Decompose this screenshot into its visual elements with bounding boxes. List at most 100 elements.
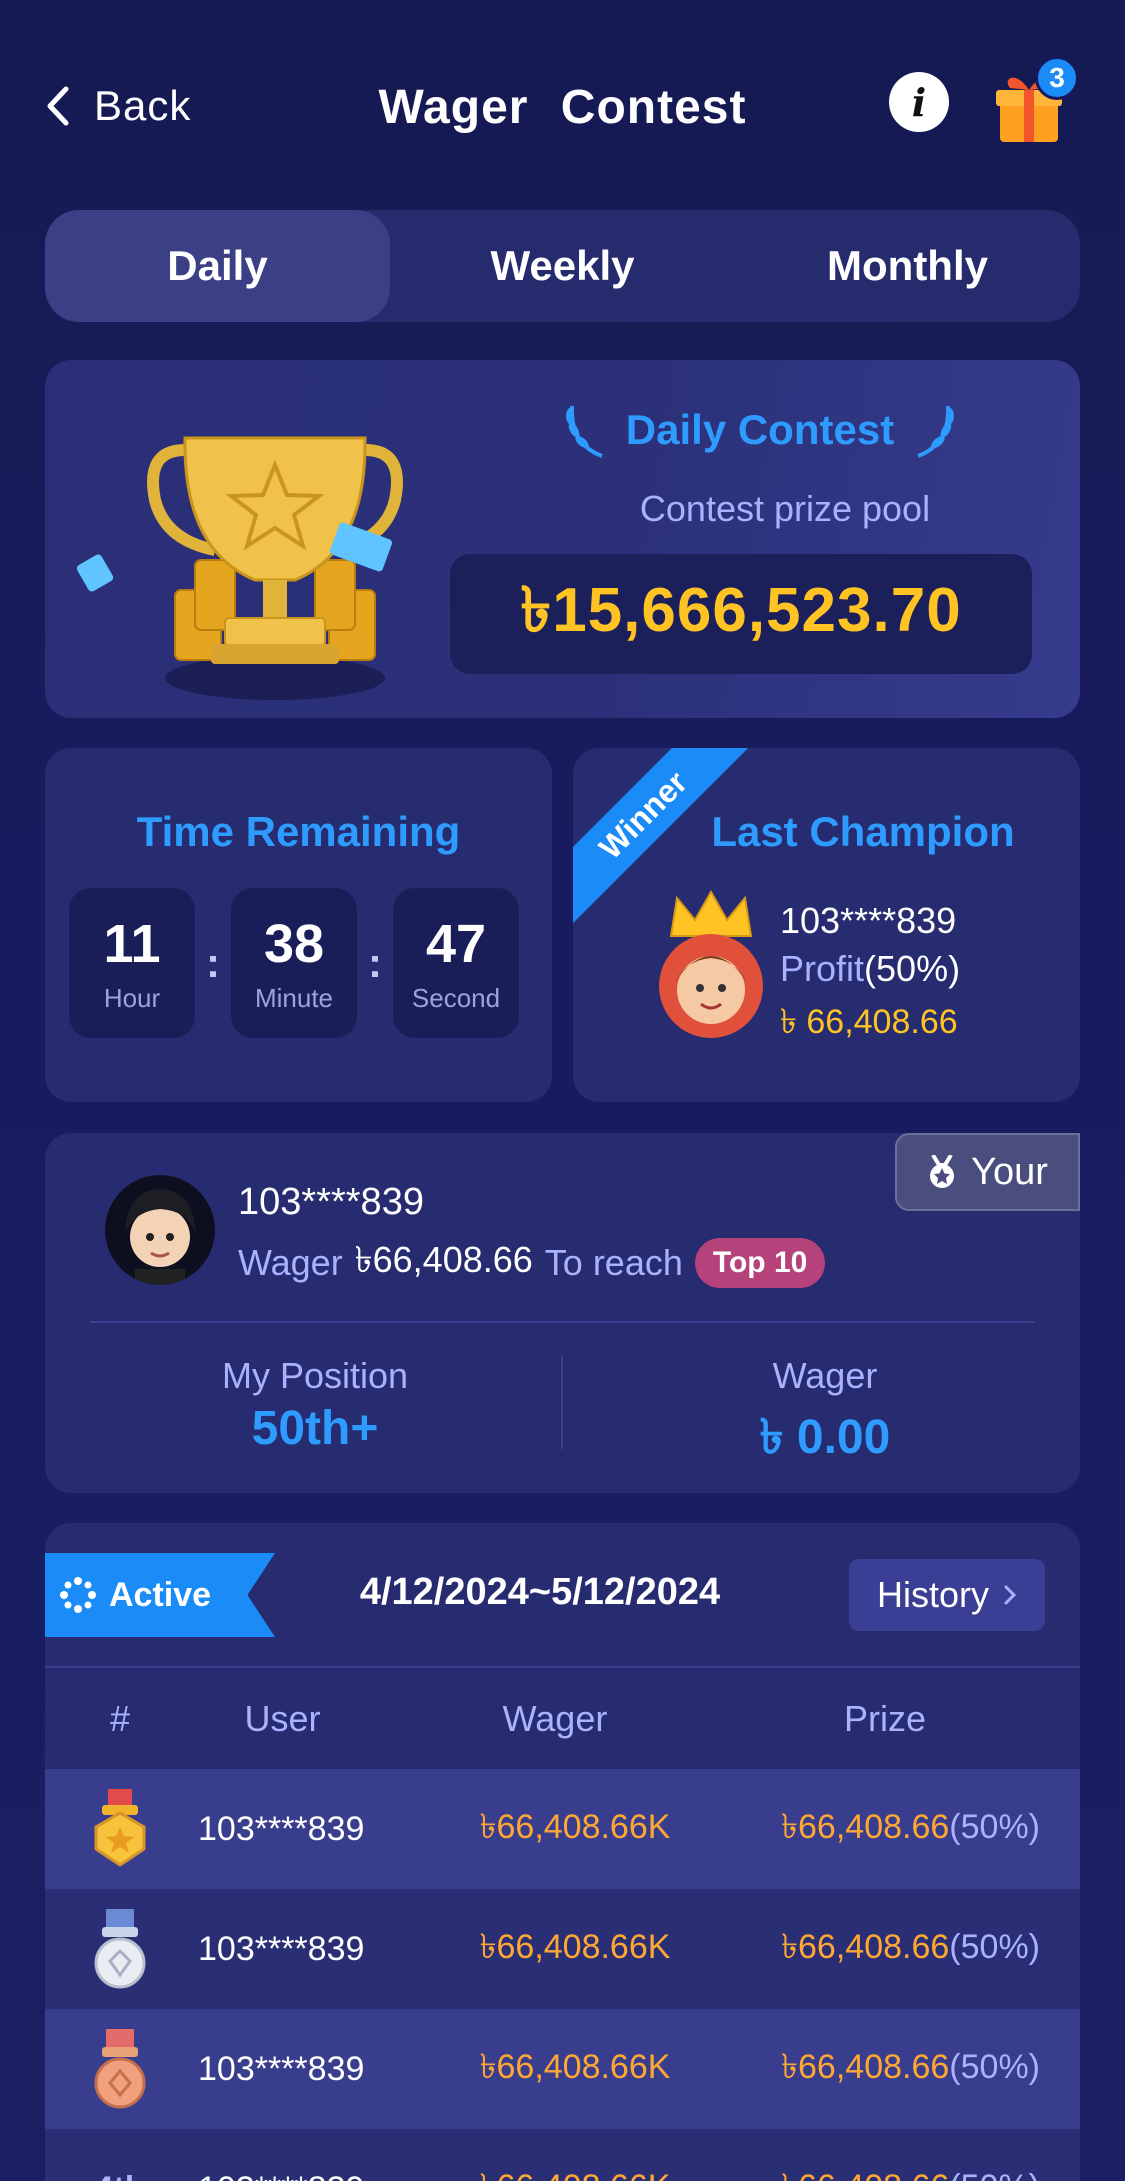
divider	[90, 1321, 1035, 1323]
my-wager-stat: Wager ৳ 0.00	[585, 1355, 1065, 1480]
wager-value: ৳66,408.66	[354, 1239, 533, 1280]
tab-weekly[interactable]: Weekly	[390, 210, 735, 322]
total-wager-label: Wager	[772, 1355, 878, 1396]
hour-value: 11	[103, 913, 161, 974]
contest-title: Daily Contest	[535, 400, 985, 460]
contest-title-text: Daily Contest	[625, 406, 895, 453]
page-title: Wager Contest	[378, 81, 747, 134]
position-value: 50th+	[251, 1402, 379, 1455]
second-box: 47 Second	[393, 888, 519, 1038]
time-remaining-card: Time Remaining 11 Hour : 38 Minute : 47 …	[45, 748, 552, 1102]
rank-medal	[45, 2029, 195, 2109]
tab-monthly[interactable]: Monthly	[735, 210, 1080, 322]
my-wager-line: Wager ৳66,408.66 To reach Top 10	[238, 1233, 826, 1293]
pool-label: Contest prize pool	[639, 488, 931, 529]
last-champion-title: Last Champion	[711, 808, 1015, 855]
position-label: My Position	[221, 1355, 409, 1396]
prize-percent: (50%)	[949, 1807, 1040, 1846]
leaderboard: Active 4/12/2024~5/12/2024 History # Use…	[45, 1523, 1080, 2181]
table-row[interactable]: 4th 103****839 ৳66,408.66K ৳66,408.66(50…	[45, 2129, 1080, 2181]
reach-label: To reach	[544, 1242, 683, 1283]
medal-icon	[930, 1155, 955, 1188]
period-tabs: Daily Weekly Monthly	[45, 210, 1080, 322]
prize-amount: ৳66,408.66	[781, 1807, 950, 1846]
profit-label: Profit	[780, 948, 865, 989]
champion-profit: Profit(50%)	[780, 948, 960, 990]
table-header: # User Wager Prize	[45, 1669, 1080, 1769]
colon-separator: :	[206, 939, 220, 986]
second-label: Second	[411, 982, 501, 1013]
gift-count-badge: 3	[1035, 56, 1079, 100]
target-badge: Top 10	[694, 1238, 826, 1288]
rank-medal	[45, 1789, 195, 1869]
row-prize: ৳66,408.66(50%)	[725, 2041, 1080, 2098]
wager-label: Wager	[238, 1242, 343, 1283]
laurel-left-icon	[565, 405, 603, 458]
colon-separator: :	[368, 939, 382, 986]
minute-label: Minute	[254, 982, 334, 1013]
champion-info: 103****839 Profit(50%) ৳ 66,408.66	[780, 900, 960, 1053]
contest-date-range: 4/12/2024~5/12/2024	[359, 1571, 721, 1613]
row-prize: ৳66,408.66(50%)	[725, 1801, 1080, 1858]
column-rank: #	[109, 1698, 131, 1739]
row-wager: ৳66,408.66K	[425, 2161, 725, 2181]
column-wager: Wager	[502, 1698, 608, 1739]
prize-amount: ৳66,408.66	[781, 2168, 949, 2181]
table-row[interactable]: 103****839 ৳66,408.66K ৳66,408.66(50%)	[45, 2009, 1080, 2129]
trophy-icon	[76, 436, 403, 700]
history-label: History	[876, 1574, 989, 1615]
minute-value: 38	[263, 913, 325, 974]
row-prize: ৳66,408.66(50%)	[725, 1921, 1080, 1978]
stat-separator	[561, 1355, 563, 1449]
rank-cell: 4th	[45, 2170, 195, 2181]
minute-box: 38 Minute	[231, 888, 357, 1038]
row-user: 103****839	[198, 2049, 365, 2088]
prize-percent: (50%)	[949, 2047, 1040, 2086]
second-value: 47	[425, 913, 487, 974]
silver-medal-icon	[94, 1909, 146, 1989]
row-wager: ৳66,408.66K	[479, 1807, 671, 1846]
info-icon[interactable]: i	[889, 72, 949, 132]
prize-pool-card: Daily Contest Contest prize pool ৳15,666…	[45, 360, 1080, 718]
active-spinner-icon	[60, 1577, 96, 1613]
countdown: 11 Hour : 38 Minute : 47 Second	[69, 888, 519, 1038]
row-user: 103****839	[195, 2170, 425, 2181]
user-avatar	[105, 1175, 215, 1285]
history-button[interactable]: History	[849, 1559, 1045, 1631]
your-button[interactable]: Your	[895, 1133, 1080, 1211]
prize-percent: (50%)	[949, 2168, 1040, 2181]
your-label: Your	[971, 1150, 1048, 1193]
my-status-card: Your 103****839 Wager ৳66,408.66 To reac…	[45, 1133, 1080, 1493]
total-wager-value: ৳ 0.00	[759, 1411, 891, 1464]
row-user: 103****839	[198, 1809, 365, 1848]
chevron-right-icon	[1004, 1585, 1017, 1605]
row-wager: ৳66,408.66K	[479, 2047, 671, 2086]
row-wager: ৳66,408.66K	[479, 1927, 671, 1966]
rank-number: 4th	[95, 2170, 146, 2181]
bronze-medal-icon	[94, 2029, 146, 2109]
table-row[interactable]: 103****839 ৳66,408.66K ৳66,408.66(50%)	[45, 1889, 1080, 2009]
table-row[interactable]: 103****839 ৳66,408.66K ৳66,408.66(50%)	[45, 1769, 1080, 1889]
profit-percent: (50%)	[864, 948, 961, 989]
divider	[45, 1666, 1080, 1668]
last-champion-card: Winner Last Champion 103****839 Profit(5…	[573, 748, 1080, 1102]
tab-daily[interactable]: Daily	[45, 210, 390, 322]
row-user: 103****839	[198, 1929, 365, 1968]
champion-user-id: 103****839	[780, 900, 957, 941]
active-status-tag: Active	[45, 1553, 275, 1637]
prize-amount: ৳66,408.66	[781, 2047, 950, 2086]
row-prize: ৳66,408.66(50%)	[725, 2161, 1080, 2181]
prize-amount: ৳66,408.66	[781, 1927, 950, 1966]
pool-value: ৳15,666,523.70	[520, 575, 962, 645]
my-position-stat: My Position 50th+	[75, 1355, 555, 1456]
laurel-right-icon	[917, 405, 955, 458]
champion-amount: ৳ 66,408.66	[780, 1003, 958, 1041]
time-remaining-title: Time Remaining	[136, 808, 461, 855]
gold-medal-icon	[94, 1789, 146, 1867]
hour-box: 11 Hour	[69, 888, 195, 1038]
column-user: User	[244, 1698, 321, 1739]
champion-avatar	[659, 890, 763, 1038]
pool-value-box: ৳15,666,523.70	[450, 554, 1032, 674]
column-prize: Prize	[843, 1698, 927, 1739]
rank-medal	[45, 1909, 195, 1989]
